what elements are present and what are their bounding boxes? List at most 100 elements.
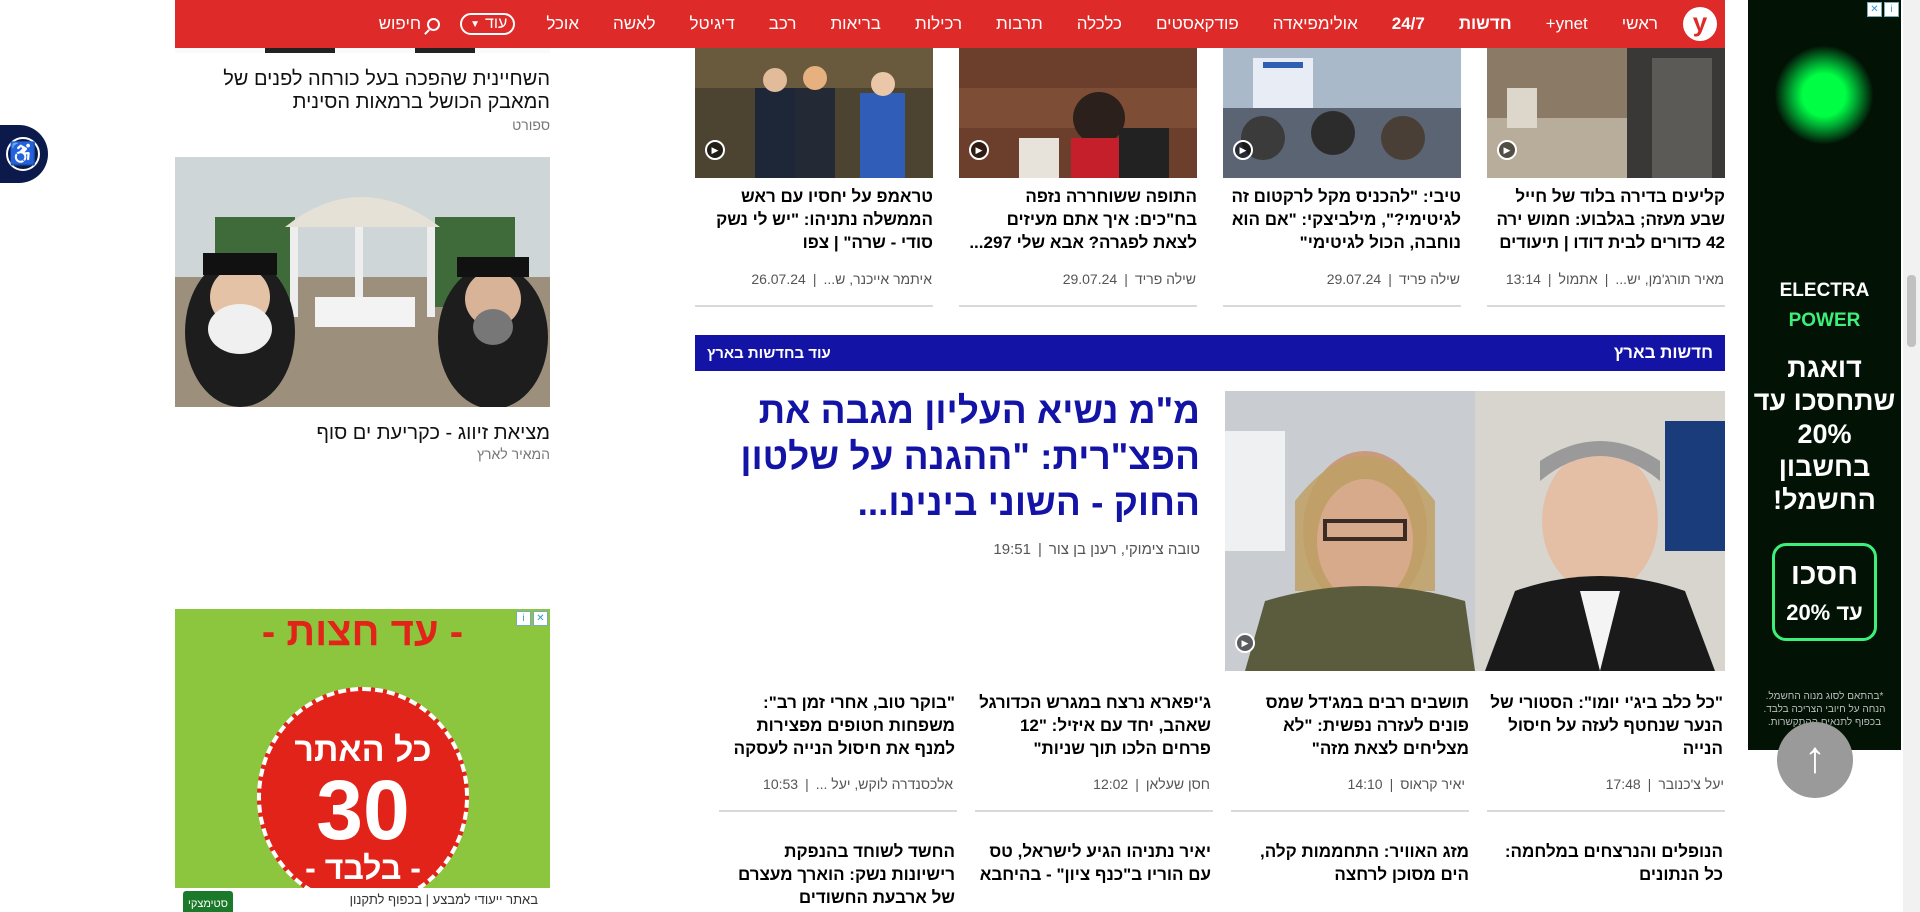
article-title-3[interactable]: התופה ששוחררה נזפה בח"כים: איך אתם מעיזי… xyxy=(959,185,1197,254)
ad-brand: ELECTRA xyxy=(1779,280,1870,301)
nav-item-ynet-plus[interactable]: ynet+ xyxy=(1546,14,1588,34)
article-image-3[interactable]: ▶ xyxy=(959,48,1197,178)
close-icon[interactable]: ✕ xyxy=(1867,2,1882,17)
article-image-1[interactable]: ▶ xyxy=(1487,48,1725,178)
article-day: אתמול xyxy=(1558,271,1598,287)
news-item-meta-2: יאיר קראוס|14:10 xyxy=(1347,776,1465,792)
more-menu-button[interactable]: עוד ▼ xyxy=(460,13,516,35)
nav-item-24-7[interactable]: 24/7 xyxy=(1392,14,1425,34)
nav-item-home[interactable]: ראשי xyxy=(1622,14,1658,34)
divider xyxy=(959,305,1197,307)
article-image-2[interactable]: ▶ xyxy=(1223,48,1461,178)
accessibility-button[interactable]: ♿ xyxy=(0,125,48,183)
info-icon[interactable]: i xyxy=(1884,2,1899,17)
play-video-icon[interactable]: ▶ xyxy=(1233,140,1253,160)
play-video-icon[interactable]: ▶ xyxy=(1497,140,1517,160)
news-item-meta-3: חסן שעלאן|12:02 xyxy=(1093,776,1210,792)
scroll-to-top-button[interactable]: ↑ xyxy=(1777,722,1853,798)
article-date: 29.07.24 xyxy=(1062,271,1118,287)
sidebar-story-title-1[interactable]: השחיינית שהפכה בעל כורחה לפנים של המאבק … xyxy=(174,68,550,114)
ynet-logo[interactable]: y xyxy=(1683,7,1717,41)
divider xyxy=(1223,305,1461,307)
article-meta-3: שילה פריד|29.07.24 xyxy=(1062,271,1196,287)
article-meta-4: איתמר אייכנר, ש...|26.07.24 xyxy=(751,271,932,287)
nav-item-podcasts[interactable]: פודקאסטים xyxy=(1156,14,1239,34)
ad-glow-logo xyxy=(1774,45,1874,145)
article-title-4[interactable]: טראמפ על יחסיו עם ראש הממשלה נתניהו: "יש… xyxy=(695,185,933,254)
ad-choices[interactable]: i ✕ xyxy=(1867,2,1899,17)
left-advertisement[interactable]: ✕ i - עד חצות - כל האתר 30 - בלבד - באתר … xyxy=(175,609,550,912)
article-author: שילה פריד xyxy=(1134,271,1196,287)
main-story-meta: טובה צימוקי, רענן בן צור|19:51 xyxy=(993,541,1200,558)
sidebar-story-title-2[interactable]: מציאת זיווג - כקריעת ים סוף xyxy=(174,422,550,445)
sidebar-image-2[interactable] xyxy=(175,157,550,407)
main-story-time: 19:51 xyxy=(993,541,1031,558)
news-time: 10:53 xyxy=(763,776,799,792)
nav-item-gossip[interactable]: רכילות xyxy=(915,14,962,34)
news-item-title-7[interactable]: יאיר נתניהו הגיע לישראל, טס עם הוריו ב"כ… xyxy=(975,840,1211,886)
news-item-meta-4: אלכסנדרה לוקש, יעל ...|10:53 xyxy=(763,776,953,792)
article-author: שילה פריד xyxy=(1398,271,1460,287)
search-label: חיפוש xyxy=(378,14,422,33)
right-advertisement[interactable]: i ✕ ELECTRA POWER דואגת שתחסכו עד 20% בחש… xyxy=(1748,0,1901,750)
section-title[interactable]: חדשות בארץ xyxy=(1614,343,1713,363)
nav-item-olympics[interactable]: אולימפיאדה xyxy=(1273,14,1358,34)
news-item-title-5[interactable]: הנופלים והנרצחים במלחמה: כל הנתונים xyxy=(1487,840,1723,886)
divider xyxy=(1487,810,1725,812)
divider xyxy=(719,810,957,812)
ad-footer-text: באתר ייעודי למבצע | בכפוף לתקנון xyxy=(349,892,538,907)
play-video-icon[interactable]: ▶ xyxy=(705,140,725,160)
news-time: 17:48 xyxy=(1605,776,1641,792)
nav-item-culture[interactable]: תרבות xyxy=(996,14,1043,34)
sidebar-story-category-2[interactable]: המאיר לארץ xyxy=(477,446,550,462)
news-item-title-2[interactable]: תושבים רבים במג'דל שמס פונים לעזרה נפשית… xyxy=(1233,691,1469,760)
nav-item-health[interactable]: בריאות xyxy=(830,14,881,34)
section-header: חדשות בארץ עוד בחדשות בארץ xyxy=(695,335,1725,371)
article-meta-1: מאיר תורג'מן, יש...|אתמול|13:14 xyxy=(1505,271,1724,287)
ad-line-2: 30 xyxy=(316,763,410,857)
news-item-title-4[interactable]: "בוקר טוב, אחרי זמן רב": משפחות חטופים מ… xyxy=(719,691,955,760)
divider xyxy=(975,810,1213,812)
nav-item-cars[interactable]: רכב xyxy=(769,14,797,34)
search-icon xyxy=(427,17,441,31)
news-author: חסן שעלאן xyxy=(1145,776,1210,792)
nav-item-food[interactable]: אוכל xyxy=(546,14,579,34)
article-meta-2: שילה פריד|29.07.24 xyxy=(1326,271,1460,287)
search-button[interactable]: חיפוש xyxy=(378,14,441,34)
article-image-4[interactable]: ▶ xyxy=(695,48,933,178)
nav-item-digital[interactable]: דיגיטל xyxy=(690,14,735,34)
news-author: אלכסנדרה לוקש, יעל ... xyxy=(815,776,953,792)
chevron-down-icon: ▼ xyxy=(470,18,480,30)
article-date: 26.07.24 xyxy=(751,271,806,287)
news-item-title-6[interactable]: מזג האוויר: התחממות קלה, הים מסוכן לרחצה xyxy=(1233,840,1469,886)
nav-item-women[interactable]: לאשה xyxy=(613,14,656,34)
sidebar-image-1[interactable] xyxy=(175,48,550,53)
ad-cta-bottom: עד 20% xyxy=(1786,600,1863,625)
nav-item-economy[interactable]: כלכלה xyxy=(1077,14,1122,34)
news-item-title-1[interactable]: "כל כלב ביג'י יומו": הסטורי של הנער שנחט… xyxy=(1487,691,1723,760)
ad-cta-button[interactable]: חסכו עד 20% xyxy=(1772,543,1877,641)
ad-logo: סטימצקי xyxy=(183,891,233,912)
main-story-headline[interactable]: מ"מ נשיא העליון מגבה את הפצ"רית: "ההגנה … xyxy=(740,388,1200,526)
main-story-image[interactable]: ▶ xyxy=(1225,391,1725,671)
article-title-2[interactable]: טיבי: "להכניס מקל לרקטום זה לגיטימי?", מ… xyxy=(1223,185,1461,254)
ad-headline: דואגת שתחסכו עד 20% בחשבון החשמל! xyxy=(1753,353,1896,515)
news-item-title-8[interactable]: החשד לשוחד בהנפקת רישיונות נשק: הוארך מע… xyxy=(719,840,955,909)
play-video-icon[interactable]: ▶ xyxy=(1235,633,1255,653)
article-author: איתמר אייכנר, ש... xyxy=(823,271,932,287)
page-scrollbar[interactable] xyxy=(1903,0,1920,912)
sidebar-story-category-1[interactable]: ספורט xyxy=(512,117,550,133)
nav-item-news[interactable]: חדשות xyxy=(1459,14,1512,34)
arrow-up-icon: ↑ xyxy=(1804,733,1826,782)
play-video-icon[interactable]: ▶ xyxy=(969,140,989,160)
divider xyxy=(1231,810,1469,812)
news-item-title-3[interactable]: ג'יפארא נרצח במגרש הכדורגל שאהב, יחד עם … xyxy=(975,691,1211,760)
article-title-1[interactable]: קליעים בדירה בלוד של חייל שבע מעזה; בגלב… xyxy=(1487,185,1725,254)
section-more-link[interactable]: עוד בחדשות בארץ xyxy=(707,345,831,362)
main-story-authors: טובה צימוקי, רענן בן צור xyxy=(1048,541,1200,558)
more-label: עוד xyxy=(484,15,508,32)
ad-line-3: - בלבד - xyxy=(305,850,421,886)
article-date: 29.07.24 xyxy=(1326,271,1382,287)
news-time: 12:02 xyxy=(1093,776,1129,792)
scrollbar-thumb[interactable] xyxy=(1907,275,1916,347)
